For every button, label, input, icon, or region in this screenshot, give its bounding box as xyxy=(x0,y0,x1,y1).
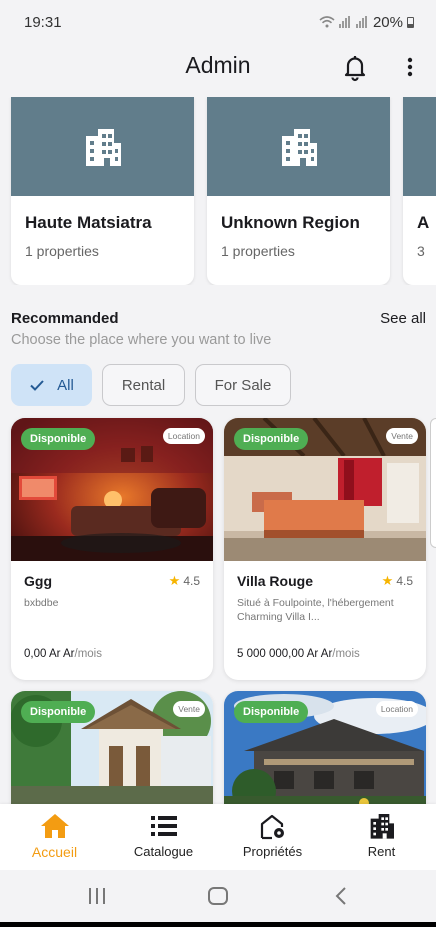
region-count: 1 properties xyxy=(25,243,99,259)
house-settings-icon xyxy=(260,814,284,840)
status-badge: Disponible xyxy=(21,428,96,450)
building-icon xyxy=(85,128,121,166)
region-count: 3 xyxy=(417,243,425,259)
nav-label: Accueil xyxy=(31,844,78,860)
rating-value: 4.5 xyxy=(183,574,200,588)
region-name: Haute Matsiatra xyxy=(25,213,152,232)
status-badge: Disponible xyxy=(234,701,309,723)
home-button-icon[interactable] xyxy=(207,886,229,906)
status-icons: 20% xyxy=(319,14,414,31)
section-subtitle: Choose the place where you want to live xyxy=(11,332,272,348)
nav-label: Propriétés xyxy=(242,844,303,859)
type-tag: Location xyxy=(162,428,205,444)
scroll-edge-card xyxy=(430,418,436,548)
recent-apps-icon[interactable] xyxy=(86,886,108,906)
see-all-link[interactable]: See all xyxy=(380,310,426,327)
nav-label: Catalogue xyxy=(133,844,194,859)
battery-icon xyxy=(407,16,414,28)
star-icon: ★ xyxy=(168,573,181,588)
signal-icon xyxy=(338,16,350,28)
check-icon xyxy=(30,380,44,391)
type-tag: Vente xyxy=(173,701,205,717)
nav-item-proprietes[interactable]: Propriétés xyxy=(218,804,327,870)
region-banner xyxy=(207,97,390,196)
building-icon xyxy=(281,128,317,166)
rating-value: 4.5 xyxy=(396,574,413,588)
system-navigation-bar xyxy=(0,870,436,922)
region-card[interactable]: A 3 xyxy=(403,97,436,285)
status-badge: Disponible xyxy=(21,701,96,723)
filter-chip-label: Rental xyxy=(121,376,166,394)
property-photo: Disponible Location xyxy=(224,691,426,816)
nav-item-accueil[interactable]: Accueil xyxy=(0,804,109,870)
status-badge: Disponible xyxy=(234,428,309,450)
filter-chip-rental[interactable]: Rental xyxy=(102,364,185,406)
section-title: Recommanded xyxy=(11,310,119,327)
region-banner xyxy=(11,97,194,196)
nav-item-rent[interactable]: Rent xyxy=(327,804,436,870)
star-icon: ★ xyxy=(381,573,394,588)
type-tag: Vente xyxy=(386,428,418,444)
property-card[interactable]: Disponible Vente Villa Rouge ★ 4.5 Situé… xyxy=(224,418,426,680)
list-icon xyxy=(150,816,177,836)
region-count: 1 properties xyxy=(221,243,295,259)
bell-icon[interactable] xyxy=(340,52,370,82)
signal-icon xyxy=(355,16,367,28)
property-title: Ggg xyxy=(24,573,52,589)
back-icon[interactable] xyxy=(332,886,352,906)
region-banner xyxy=(403,97,436,196)
property-photo: Disponible Vente xyxy=(224,418,426,561)
filter-chip-label: All xyxy=(57,376,74,394)
page-title: Admin xyxy=(185,52,251,78)
building-icon xyxy=(370,814,394,839)
region-carousel[interactable]: Haute Matsiatra 1 properties Unknown Reg… xyxy=(0,97,436,285)
nav-label: Rent xyxy=(367,844,396,859)
property-price: 0,00 Ar Ar/mois xyxy=(24,648,102,660)
property-card[interactable]: Disponible Location xyxy=(224,691,426,816)
status-time: 19:31 xyxy=(24,13,62,31)
battery-percent: 20% xyxy=(372,13,403,31)
price-value: 0,00 Ar Ar xyxy=(24,648,75,660)
price-value: 5 000 000,00 Ar Ar xyxy=(237,648,333,660)
home-icon xyxy=(40,814,69,838)
property-card[interactable]: Disponible Location Ggg ★ 4.5 bxbdbe 0,0… xyxy=(11,418,213,680)
region-name: A xyxy=(417,213,430,232)
region-card[interactable]: Haute Matsiatra 1 properties xyxy=(11,97,194,285)
property-photo: Disponible Location xyxy=(11,418,213,561)
screen-edge xyxy=(0,922,436,927)
price-period: /mois xyxy=(74,648,102,660)
wifi-icon xyxy=(319,16,335,28)
property-description: Situé à Foulpointe, l'hébergement Charmi… xyxy=(237,597,394,623)
property-photo: Disponible Vente xyxy=(11,691,213,816)
region-name: Unknown Region xyxy=(221,213,360,232)
filter-chip-all[interactable]: All xyxy=(11,364,92,406)
nav-item-catalogue[interactable]: Catalogue xyxy=(109,804,218,870)
type-tag: Location xyxy=(375,701,418,717)
price-period: /mois xyxy=(332,648,360,660)
property-description: bxbdbe xyxy=(24,597,59,609)
status-bar: 19:31 20% xyxy=(0,0,436,44)
filter-chip-label: For Sale xyxy=(214,376,272,394)
property-title: Villa Rouge xyxy=(237,573,313,589)
property-rating: ★ 4.5 xyxy=(382,573,413,589)
property-price: 5 000 000,00 Ar Ar/mois xyxy=(237,648,360,660)
app-bar: Admin xyxy=(0,44,436,90)
region-card[interactable]: Unknown Region 1 properties xyxy=(207,97,390,285)
property-card[interactable]: Disponible Vente xyxy=(11,691,213,816)
filter-chip-for-sale[interactable]: For Sale xyxy=(195,364,291,406)
property-rating: ★ 4.5 xyxy=(169,573,200,589)
bottom-navigation: Accueil Catalogue Propriétés Rent xyxy=(0,804,436,870)
more-vert-icon[interactable] xyxy=(398,54,422,80)
